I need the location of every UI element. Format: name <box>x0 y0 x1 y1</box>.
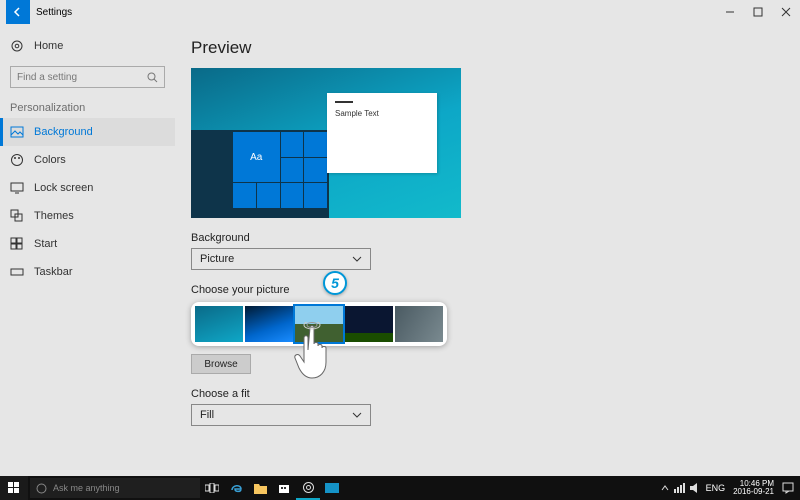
dropdown-value: Picture <box>200 253 234 265</box>
sidebar-item-lockscreen[interactable]: Lock screen <box>0 174 175 202</box>
preview-tile-text: Aa <box>233 132 280 182</box>
app-icon <box>325 483 339 493</box>
clock-date: 2016-09-21 <box>733 488 774 496</box>
search-input[interactable]: Find a setting <box>10 66 165 88</box>
language-indicator[interactable]: ENG <box>706 483 726 493</box>
sidebar: Home Find a setting Personalization Back… <box>0 24 175 476</box>
browse-button[interactable]: Browse <box>191 354 251 374</box>
sidebar-item-label: Lock screen <box>34 182 93 194</box>
sidebar-item-label: Background <box>34 126 93 138</box>
action-center-icon[interactable] <box>782 482 794 494</box>
os-taskbar: Ask me anything ENG 10:46 PM 2016-09-21 <box>0 476 800 500</box>
fit-label: Choose a fit <box>191 388 784 400</box>
chevron-down-icon <box>352 254 362 264</box>
preview-heading: Preview <box>191 38 784 58</box>
sidebar-item-home[interactable]: Home <box>0 32 175 60</box>
edge-button[interactable] <box>224 476 248 500</box>
sidebar-item-label: Home <box>34 40 63 52</box>
network-icon[interactable] <box>674 483 686 493</box>
sidebar-item-colors[interactable]: Colors <box>0 146 175 174</box>
sidebar-item-start[interactable]: Start <box>0 230 175 258</box>
start-button[interactable] <box>0 476 28 500</box>
tray-chevron-icon[interactable] <box>660 483 670 493</box>
preview-sample-text: Sample Text <box>335 109 379 118</box>
taskbar-icon <box>10 265 24 279</box>
gear-icon <box>10 39 24 53</box>
start-icon <box>10 237 24 251</box>
thumbnail-3[interactable] <box>295 306 343 342</box>
window-title: Settings <box>36 7 716 18</box>
clock[interactable]: 10:46 PM 2016-09-21 <box>729 480 778 496</box>
sidebar-item-label: Themes <box>34 210 74 222</box>
app-button[interactable] <box>320 476 344 500</box>
sidebar-category: Personalization <box>0 94 175 118</box>
back-button[interactable] <box>6 0 30 24</box>
explorer-button[interactable] <box>248 476 272 500</box>
sidebar-item-taskbar[interactable]: Taskbar <box>0 258 175 286</box>
search-icon <box>147 72 158 83</box>
thumbnail-2[interactable] <box>245 306 293 342</box>
close-icon <box>781 7 791 17</box>
sidebar-item-label: Taskbar <box>34 266 73 278</box>
themes-icon <box>10 209 24 223</box>
store-button[interactable] <box>272 476 296 500</box>
maximize-button[interactable] <box>744 0 772 24</box>
callout-number: 5 <box>331 275 339 291</box>
task-view-button[interactable] <box>200 476 224 500</box>
browse-label: Browse <box>204 359 237 370</box>
picture-thumbnails <box>191 302 447 346</box>
arrow-left-icon <box>12 6 24 18</box>
sidebar-item-label: Colors <box>34 154 66 166</box>
palette-icon <box>10 153 24 167</box>
close-button[interactable] <box>772 0 800 24</box>
settings-taskbar-button[interactable] <box>296 476 320 500</box>
gear-icon <box>302 481 315 494</box>
main-panel: Preview Aa Sample Text Background Pictur… <box>175 24 800 476</box>
thumbnail-4[interactable] <box>345 306 393 342</box>
volume-icon[interactable] <box>690 483 702 493</box>
thumbnail-5[interactable] <box>395 306 443 342</box>
picture-icon <box>10 125 24 139</box>
cortana-placeholder: Ask me anything <box>53 483 120 493</box>
folder-icon <box>254 483 267 494</box>
minimize-button[interactable] <box>716 0 744 24</box>
task-view-icon <box>205 483 219 493</box>
fit-dropdown[interactable]: Fill <box>191 404 371 426</box>
chevron-down-icon <box>352 410 362 420</box>
cortana-search[interactable]: Ask me anything <box>30 478 200 498</box>
search-placeholder: Find a setting <box>17 72 77 83</box>
thumbnail-1[interactable] <box>195 306 243 342</box>
window-titlebar: Settings <box>0 0 800 24</box>
minimize-icon <box>725 7 735 17</box>
cortana-icon <box>36 483 47 494</box>
background-label: Background <box>191 232 784 244</box>
store-icon <box>278 482 290 494</box>
preview-box: Aa Sample Text <box>191 68 461 218</box>
sidebar-item-themes[interactable]: Themes <box>0 202 175 230</box>
windows-icon <box>8 482 20 494</box>
sidebar-item-label: Start <box>34 238 57 250</box>
sidebar-item-background[interactable]: Background <box>0 118 175 146</box>
background-dropdown[interactable]: Picture <box>191 248 371 270</box>
dropdown-value: Fill <box>200 409 214 421</box>
preview-sample-window: Sample Text <box>327 93 437 173</box>
step-callout: 5 <box>323 271 347 295</box>
monitor-icon <box>10 181 24 195</box>
edge-icon <box>230 482 243 495</box>
choose-picture-label: Choose your picture <box>191 284 784 296</box>
maximize-icon <box>753 7 763 17</box>
